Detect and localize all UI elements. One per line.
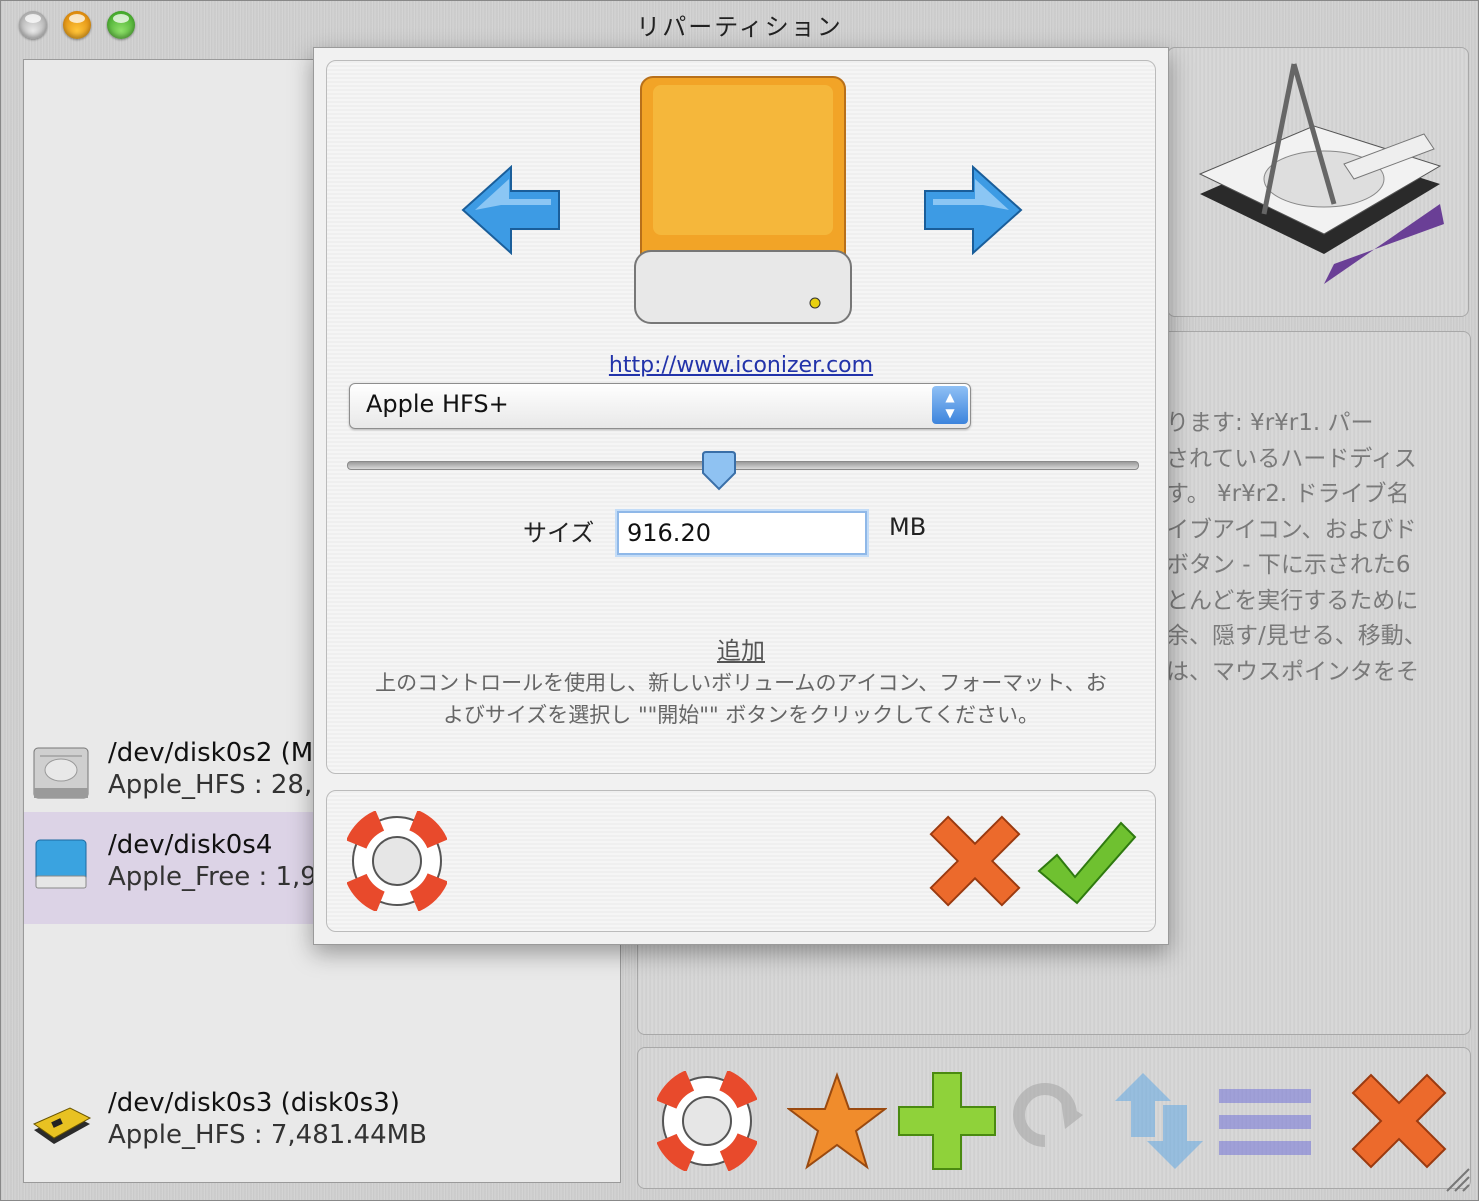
new-volume-sheet: http://www.iconizer.com Apple HFS+ ▲ ▼ サイ… — [313, 47, 1169, 945]
swap-icon — [1115, 1073, 1203, 1169]
delete-icon[interactable] — [1349, 1071, 1449, 1171]
sheet-button-bar — [326, 790, 1156, 932]
volume-name: /dev/disk0s4 — [108, 830, 273, 860]
app-logo-panel — [1167, 47, 1469, 317]
window-title: リパーティション — [636, 13, 843, 41]
volume-item[interactable]: /dev/disk0s3 (disk0s3) Apple_HFS : 7,481… — [24, 1070, 620, 1182]
volume-info: Apple_Free : 1,96 — [108, 862, 334, 892]
volume-settings-box: http://www.iconizer.com Apple HFS+ ▲ ▼ サイ… — [326, 60, 1156, 774]
help-lifebuoy-button[interactable] — [347, 811, 447, 911]
next-icon-button[interactable] — [923, 165, 1023, 255]
volume-name: /dev/disk0s3 (disk0s3) — [108, 1088, 400, 1118]
description-text: ります: ¥r¥r1. パー されているハードディス す。 ¥r¥r2. ドライ… — [1166, 410, 1427, 685]
size-unit: MB — [889, 513, 927, 541]
volume-info: Apple_HFS : 7,481.44MB — [108, 1120, 427, 1150]
volume-drive-icon — [634, 76, 852, 324]
resize-grip-icon[interactable] — [1441, 1163, 1471, 1193]
size-slider[interactable] — [347, 461, 1139, 470]
redo-icon — [1013, 1083, 1083, 1147]
format-selected: Apple HFS+ — [366, 390, 509, 418]
format-popup[interactable]: Apple HFS+ ▲ ▼ — [349, 383, 971, 429]
size-slider-thumb[interactable] — [701, 451, 737, 491]
popup-arrows-icon: ▲ ▼ — [932, 386, 968, 424]
repartition-window: リパーティション /dev/disk0s2 (M Apple_HFS : 28,… — [0, 0, 1479, 1201]
volume-name: /dev/disk0s2 (M — [108, 738, 314, 768]
cancel-button[interactable] — [927, 813, 1023, 909]
previous-icon-button[interactable] — [461, 165, 561, 255]
internal-disk-icon — [33, 747, 89, 799]
instructions-text: 上のコントロールを使用し、新しいボリュームのアイコン、フォーマット、およびサイズ… — [375, 671, 1107, 727]
plus-icon[interactable] — [897, 1071, 997, 1171]
size-field[interactable] — [617, 511, 867, 555]
title-bar: リパーティション — [1, 1, 1478, 49]
add-header: 追加 — [717, 637, 765, 665]
iconizer-link[interactable]: http://www.iconizer.com — [327, 353, 1155, 378]
volume-info: Apple_HFS : 28,7 — [108, 770, 329, 800]
confirm-checkmark-button[interactable] — [1037, 821, 1137, 905]
star-icon[interactable] — [787, 1071, 887, 1171]
lifebuoy-icon[interactable] — [657, 1071, 757, 1171]
partition-tool-logo-icon — [1198, 63, 1444, 284]
free-volume-icon — [35, 839, 87, 889]
list-icon — [1219, 1089, 1311, 1155]
drive-yellow-icon — [32, 1107, 92, 1144]
size-label: サイズ — [523, 519, 595, 547]
